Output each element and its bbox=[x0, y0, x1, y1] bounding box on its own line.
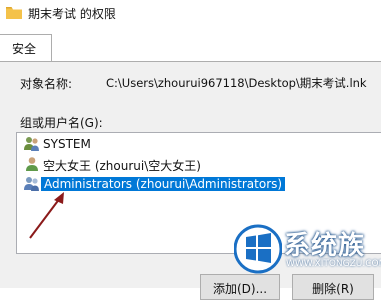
watermark-url: WWW.XITONGZU.COM bbox=[286, 259, 381, 269]
watermark-logo: 系统族 WWW.XITONGZU.COM bbox=[232, 217, 381, 287]
windows-logo-icon bbox=[234, 224, 282, 274]
watermark-brand: 系统族 bbox=[284, 231, 366, 261]
